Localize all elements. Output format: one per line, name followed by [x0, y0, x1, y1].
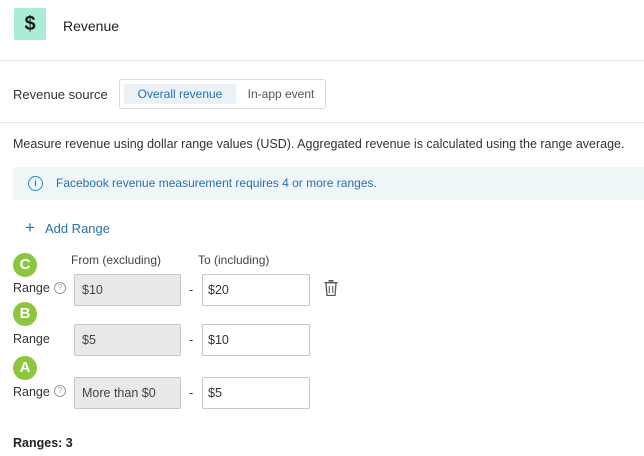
range-from-input[interactable] [74, 324, 181, 356]
plus-icon: + [25, 218, 35, 237]
range-to-input[interactable] [202, 274, 310, 306]
range-to-input[interactable] [202, 377, 310, 409]
range-to-input[interactable] [202, 324, 310, 356]
range-from-input[interactable] [74, 274, 181, 306]
range-dash: - [189, 386, 194, 400]
column-header-to: To (including) [198, 253, 270, 267]
page-title: Revenue [63, 18, 120, 34]
info-text: Facebook revenue measurement requires 4 … [56, 176, 377, 190]
range-badge-a: A [13, 356, 37, 380]
header: $ Revenue [0, 0, 644, 61]
section-divider [0, 122, 644, 123]
info-banner: i Facebook revenue measurement requires … [13, 167, 644, 200]
range-label: Range [13, 385, 50, 399]
range-badge-c: C [13, 253, 37, 277]
add-range-label: Add Range [44, 220, 110, 236]
range-label: Range [13, 281, 50, 295]
overall-revenue-option[interactable]: Overall revenue [124, 84, 236, 104]
trash-icon[interactable] [324, 280, 338, 296]
dollar-icon: $ [14, 8, 46, 40]
column-header-from: From (excluding) [71, 253, 162, 267]
help-icon[interactable]: ? [54, 385, 66, 397]
add-range-button[interactable]: + Add Range [25, 219, 110, 237]
range-badge-b: B [13, 302, 37, 326]
range-dash: - [189, 333, 194, 347]
info-icon: i [28, 176, 43, 191]
range-from-input[interactable] [74, 377, 181, 409]
revenue-source-toggle: Overall revenue In-app event [119, 79, 326, 109]
range-dash: - [189, 283, 194, 297]
help-icon[interactable]: ? [54, 282, 66, 294]
description-text: Measure revenue using dollar range value… [13, 137, 625, 151]
range-label: Range [13, 332, 50, 346]
revenue-source-label: Revenue source [13, 87, 108, 102]
in-app-event-option[interactable]: In-app event [240, 84, 322, 104]
ranges-count: Ranges: 3 [13, 436, 73, 450]
